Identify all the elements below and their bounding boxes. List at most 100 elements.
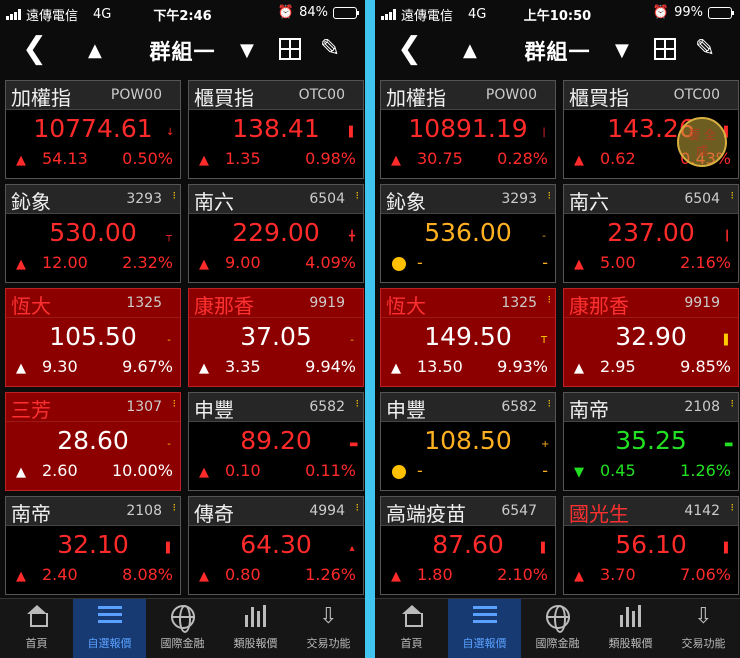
stock-card[interactable]: 南帝 2108 ⁝ 35.25 ▬ ▼ 0.45 1.26% xyxy=(563,392,739,491)
flag-icon: ⁝ xyxy=(547,397,552,410)
stock-card[interactable]: 恆大 1325 105.50 - ▲ 9.30 9.67% xyxy=(5,288,181,387)
price-change: 30.75 xyxy=(417,149,463,168)
price-change: 2.60 xyxy=(42,461,78,480)
flat-dot-icon xyxy=(392,257,406,271)
stock-price: 237.00 xyxy=(607,218,695,247)
card-header: 鈊象 3293 ⁝ xyxy=(381,185,555,214)
stock-card[interactable]: 三芳 1307 ⁝ 28.60 - ▲ 2.60 10.00% xyxy=(5,392,181,491)
grid-icon[interactable] xyxy=(279,38,301,60)
stock-card[interactable]: 申豐 6582 ⁝ 89.20 ▬ ▲ 0.10 0.11% xyxy=(188,392,364,491)
stock-card[interactable]: 高端疫苗 6547 87.60 ▌ ▲ 1.80 2.10% xyxy=(380,496,556,595)
dual-screenshot: 遠傳電信 4G 下午2:46 ⏰ 84% ❮ ▲ 群組一 ▼ ✎ 加權指 POW00 10774.61 ↓… xyxy=(0,0,740,658)
card-header: 三芳 1307 ⁝ xyxy=(6,393,180,422)
stock-card[interactable]: 加權指 POW00 10774.61 ↓ ▲ 54.13 0.50% xyxy=(5,80,181,179)
stock-card[interactable]: 加權指 POW00 10891.19 | ▲ 30.75 0.28% xyxy=(380,80,556,179)
triangle-up-icon: ▲ xyxy=(391,361,401,376)
triangle-down-icon[interactable]: ▼ xyxy=(240,40,254,61)
tab-label: 自選報價 xyxy=(87,637,132,650)
stock-card[interactable]: 南六 6504 ⁝ 237.00 ┃ ▲ 5.00 2.16% xyxy=(563,184,739,283)
floating-assist-ball[interactable]: 要 全 成 xyxy=(677,117,727,167)
tab-1[interactable]: 自選報價 xyxy=(73,599,146,658)
pencil-icon[interactable]: ✎ xyxy=(695,34,715,62)
mini-candle-icon: ▌ xyxy=(166,543,174,554)
tab-0[interactable]: 首頁 xyxy=(0,599,73,658)
card-header: 南六 6504 ⁝ xyxy=(189,185,363,214)
grid-icon[interactable] xyxy=(654,38,676,60)
price-change: 0.45 xyxy=(600,461,636,480)
stock-code: 1307 xyxy=(126,399,162,415)
mini-candle-icon: ▌ xyxy=(541,543,549,554)
card-header: 櫃買指 OTC00 xyxy=(564,81,738,110)
group-title[interactable]: 群組一 xyxy=(0,36,365,66)
flag-icon: ⁝ xyxy=(355,501,360,514)
tab-3[interactable]: 類股報價 xyxy=(594,599,667,658)
percent-change: 1.26% xyxy=(305,565,356,584)
home-icon xyxy=(401,605,423,627)
stock-card[interactable]: 南六 6504 ⁝ 229.00 ╋ ▲ 9.00 4.09% xyxy=(188,184,364,283)
tab-label: 交易功能 xyxy=(681,637,726,650)
trade-icon: ⇩ xyxy=(694,604,713,629)
card-header: 南帝 2108 ⁝ xyxy=(6,497,180,526)
pencil-icon[interactable]: ✎ xyxy=(320,34,340,62)
percent-change: 10.00% xyxy=(111,461,173,480)
card-header: 國光生 4142 ⁝ xyxy=(564,497,738,526)
stock-price: 229.00 xyxy=(232,218,320,247)
stock-card[interactable]: 櫃買指 OTC00 138.41 ▌ ▲ 1.35 0.98% xyxy=(188,80,364,179)
tab-label: 首頁 xyxy=(25,637,48,650)
alarm-icon: ⏰ xyxy=(277,5,295,20)
stock-card[interactable]: 鈊象 3293 ⁝ 536.00- - - xyxy=(380,184,556,283)
stock-price: 105.50 xyxy=(49,322,137,351)
stock-price: 87.60 xyxy=(432,530,504,559)
tab-4[interactable]: ⇩ 交易功能 xyxy=(292,599,365,658)
stock-card[interactable]: 申豐 6582 ⁝ 108.50 + - - xyxy=(380,392,556,491)
stock-card[interactable]: 鈊象 3293 ⁝ 530.00 ┬ ▲ 12.00 2.32% xyxy=(5,184,181,283)
tab-label: 類股報價 xyxy=(608,637,653,650)
tab-2[interactable]: 國際金融 xyxy=(521,599,594,658)
stock-card[interactable]: 國光生 4142 ⁝ 56.10 ▌ ▲ 3.70 7.06% xyxy=(563,496,739,595)
tab-2[interactable]: 國際金融 xyxy=(146,599,219,658)
stock-card[interactable]: 南帝 2108 ⁝ 32.10 ▌ ▲ 2.40 8.08% xyxy=(5,496,181,595)
stock-code: 6582 xyxy=(501,399,537,415)
card-header: 恆大 1325 xyxy=(6,289,180,318)
mini-candle-icon: | xyxy=(542,127,546,138)
stock-name: 南帝 xyxy=(11,502,51,526)
stock-card[interactable]: 康那香 9919 32.90 ▌ ▲ 2.95 9.85% xyxy=(563,288,739,387)
triangle-up-icon: ▲ xyxy=(199,257,209,272)
stock-name: 鈊象 xyxy=(386,190,426,214)
triangle-down-icon[interactable]: ▼ xyxy=(615,40,629,61)
stock-code: POW00 xyxy=(110,87,162,103)
triangle-up-icon: ▲ xyxy=(16,465,26,480)
tab-3[interactable]: 類股報價 xyxy=(219,599,292,658)
stock-code: 4994 xyxy=(309,503,345,519)
stock-name: 傳奇 xyxy=(194,502,234,526)
phone-screen-right: 遠傳電信 4G 上午10:50 ⏰ 99% ❮ ▲ 群組一 ▼ ✎ 加權指 POW00 10891.19… xyxy=(375,0,740,658)
tab-label: 類股報價 xyxy=(233,637,278,650)
stock-price: 149.50 xyxy=(424,322,512,351)
stock-card[interactable]: 康那香 9919 37.05 - ▲ 3.35 9.94% xyxy=(188,288,364,387)
bar-chart-icon xyxy=(245,605,266,627)
stock-price: 32.90 xyxy=(615,322,687,351)
tab-label: 國際金融 xyxy=(160,637,205,650)
tab-0[interactable]: 首頁 xyxy=(375,599,448,658)
percent-change: 9.94% xyxy=(305,357,356,376)
group-title[interactable]: 群組一 xyxy=(375,36,740,66)
phone-screen-left: 遠傳電信 4G 下午2:46 ⏰ 84% ❮ ▲ 群組一 ▼ ✎ 加權指 POW00 10774.61 ↓… xyxy=(0,0,365,658)
card-header: 南六 6504 ⁝ xyxy=(564,185,738,214)
price-change: - xyxy=(417,461,423,480)
stock-card[interactable]: 恆大 1325 ⁝ 149.50 T ▲ 13.50 9.93% xyxy=(380,288,556,387)
status-bar: 遠傳電信 4G 上午10:50 ⏰ 99% xyxy=(375,0,740,26)
tab-1[interactable]: 自選報價 xyxy=(448,599,521,658)
price-change: 3.35 xyxy=(225,357,261,376)
mini-candle-icon: ┬ xyxy=(166,231,173,242)
stock-code: 2108 xyxy=(126,503,162,519)
card-header: 恆大 1325 ⁝ xyxy=(381,289,555,318)
tab-4[interactable]: ⇩ 交易功能 xyxy=(667,599,740,658)
stock-name: 南帝 xyxy=(569,398,609,422)
card-header: 加權指 POW00 xyxy=(381,81,555,110)
price-change: - xyxy=(417,253,423,272)
price-change: 2.95 xyxy=(600,357,636,376)
card-header: 南帝 2108 ⁝ xyxy=(564,393,738,422)
percent-change: 2.32% xyxy=(122,253,173,272)
stock-card[interactable]: 傳奇 4994 ⁝ 64.30 ▴ ▲ 0.80 1.26% xyxy=(188,496,364,595)
home-icon xyxy=(26,605,48,627)
